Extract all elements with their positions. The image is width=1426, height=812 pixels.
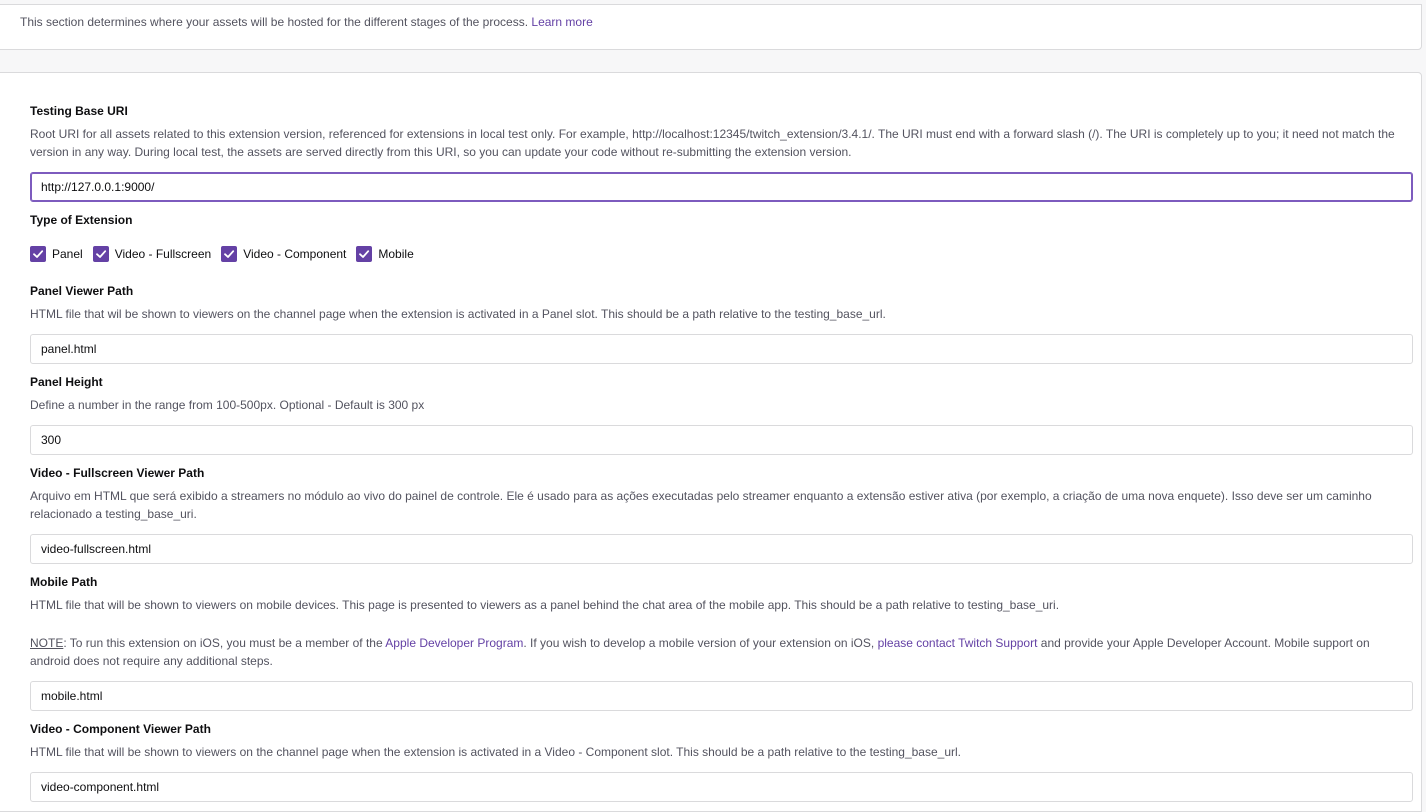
testing-base-uri-description: Root URI for all assets related to this … [30,127,1395,159]
mobile-path-input[interactable] [30,681,1413,711]
checkbox-mobile[interactable]: Mobile [356,245,414,262]
video-fullscreen-viewer-path-input[interactable] [30,534,1413,564]
mobile-path-note: NOTE: To run this extension on iOS, you … [30,634,1410,670]
intro-description: This section determines where your asset… [20,15,529,29]
checkbox-label: Panel [52,246,83,261]
panel-height-description: Define a number in the range from 100-50… [30,398,425,412]
video-component-viewer-path-description: HTML file that will be shown to viewers … [30,745,961,759]
mobile-path-description: HTML file that will be shown to viewers … [30,598,1060,612]
check-icon [30,245,46,262]
intro-text: This section determines where your asset… [20,15,593,29]
panel-viewer-path-description: HTML file that wil be shown to viewers o… [30,307,886,321]
checkbox-label: Video - Component [243,246,347,261]
check-icon [221,245,238,262]
checkbox-label: Video - Fullscreen [114,246,212,261]
testing-base-uri-title: Testing Base URI [30,104,128,118]
extension-type-checkboxes: Panel Video - Fullscreen Video - Compone… [30,245,424,262]
panel-viewer-path-title: Panel Viewer Path [30,284,134,298]
video-component-viewer-path-title: Video - Component Viewer Path [30,722,211,736]
mobile-path-title: Mobile Path [30,575,98,589]
video-component-viewer-path-input[interactable] [30,772,1413,802]
check-icon [92,245,109,262]
learn-more-link[interactable]: Learn more [531,15,592,29]
checkbox-label: Mobile [378,246,414,261]
panel-viewer-path-input[interactable] [30,334,1413,364]
video-fullscreen-viewer-path-title: Video - Fullscreen Viewer Path [30,466,205,480]
checkbox-video-component[interactable]: Video - Component [221,245,347,262]
checkbox-panel[interactable]: Panel [30,245,83,262]
note-label: NOTE [30,636,64,650]
testing-base-uri-input[interactable] [30,172,1413,202]
note-text: . If you wish to develop a mobile versio… [523,636,878,650]
video-fullscreen-viewer-path-description: Arquivo em HTML que será exibido a strea… [30,489,1372,521]
apple-developer-program-link[interactable]: Apple Developer Program [385,636,523,650]
panel-height-title: Panel Height [30,375,103,389]
note-text: : To run this extension on iOS, you must… [63,636,386,650]
asset-hosting-intro-card: This section determines where your asset… [0,4,1422,50]
check-icon [356,245,373,262]
checkbox-video-fullscreen[interactable]: Video - Fullscreen [92,245,212,262]
type-of-extension-title: Type of Extension [30,213,133,227]
panel-height-input[interactable] [30,425,1413,455]
contact-twitch-support-link[interactable]: please contact Twitch Support [878,636,1038,650]
